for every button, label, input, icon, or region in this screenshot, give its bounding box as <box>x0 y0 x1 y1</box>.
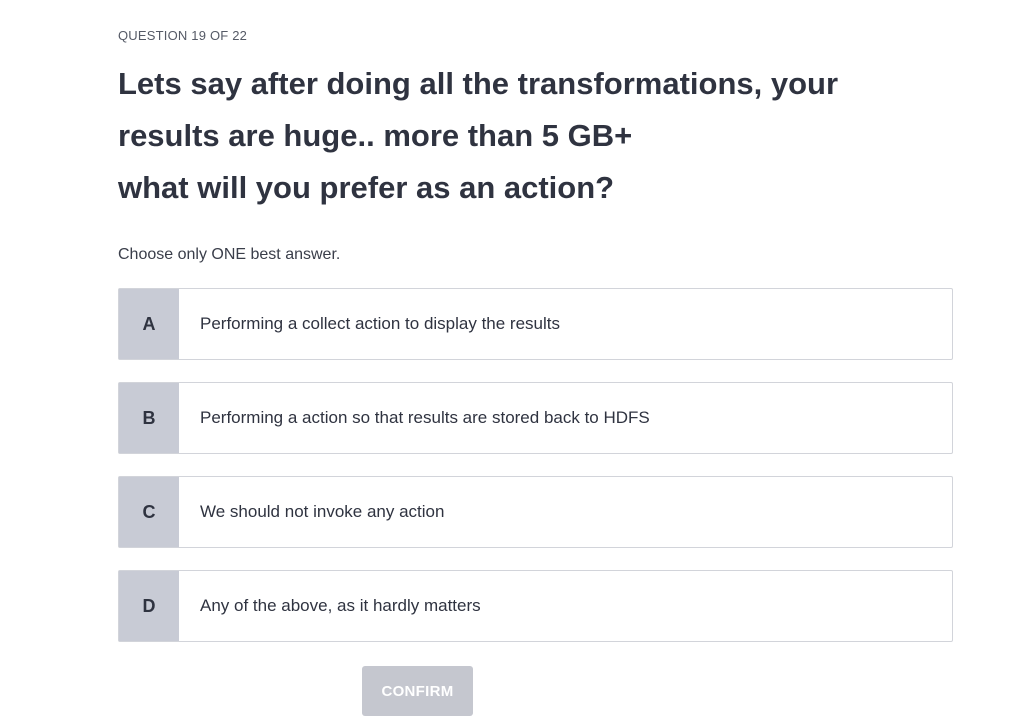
question-line: results are huge.. more than 5 GB+ <box>118 118 633 153</box>
question-line: Lets say after doing all the transformat… <box>118 66 839 101</box>
question-title: Lets say after doing all the transformat… <box>118 58 953 214</box>
option-d[interactable]: D Any of the above, as it hardly matters <box>118 570 953 642</box>
option-text: Performing a collect action to display t… <box>200 314 561 333</box>
question-counter: QUESTION 19 OF 22 <box>118 28 248 43</box>
option-b[interactable]: B Performing a action so that results ar… <box>118 382 953 454</box>
option-letter: C <box>119 477 179 547</box>
question-line: what will you prefer as an action? <box>118 170 615 205</box>
confirm-button[interactable]: CONFIRM <box>362 666 473 716</box>
option-letter: D <box>119 571 179 641</box>
option-text: We should not invoke any action <box>200 502 445 521</box>
option-letter: A <box>119 289 179 359</box>
answer-options: A Performing a collect action to display… <box>118 288 953 664</box>
option-c[interactable]: C We should not invoke any action <box>118 476 953 548</box>
option-a[interactable]: A Performing a collect action to display… <box>118 288 953 360</box>
option-letter: B <box>119 383 179 453</box>
option-text: Any of the above, as it hardly matters <box>200 596 481 615</box>
answer-instruction: Choose only ONE best answer. <box>118 246 341 263</box>
option-text: Performing a action so that results are … <box>200 408 650 427</box>
